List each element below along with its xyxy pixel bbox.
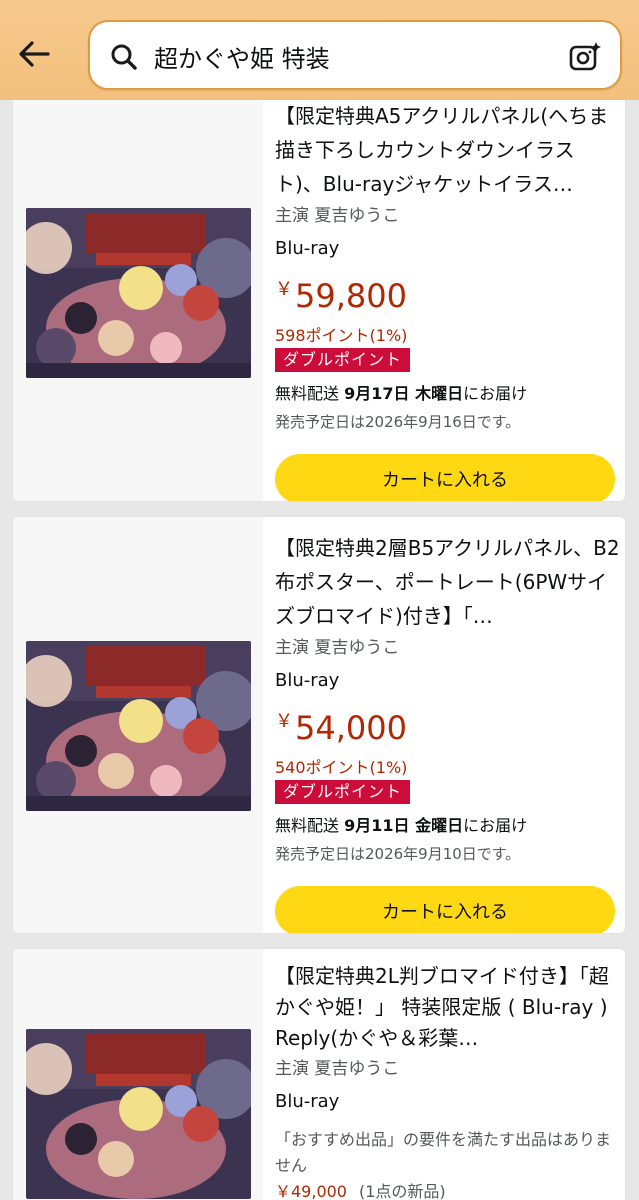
product-points: 598ポイント(1%) <box>275 326 408 345</box>
search-bar[interactable] <box>88 20 622 90</box>
product-image-column <box>13 949 263 1200</box>
product-format: Blu-ray <box>275 238 340 259</box>
search-input[interactable] <box>154 36 554 76</box>
double-point-badge: ダブルポイント <box>275 780 411 804</box>
currency-symbol: ￥ <box>275 279 293 300</box>
product-price: ￥59,800 <box>275 268 620 324</box>
delivery-suffix: にお届け <box>463 816 528 835</box>
no-featured-offer-note: 「おすすめ出品」の要件を満たす出品はありません <box>275 1130 612 1175</box>
release-date: 発売予定日は2026年9月16日です。 <box>275 413 521 431</box>
product-thumbnail[interactable] <box>26 641 251 811</box>
product-info: 【限定特典A5アクリルパネル(へちま描き下ろしカウントダウンイラスト)、Blu-… <box>275 100 620 501</box>
back-button[interactable] <box>14 34 54 74</box>
product-title[interactable]: 【限定特典2層B5アクリルパネル、B2布ポスター、ポートレート(6PWサイズブロ… <box>275 531 620 633</box>
add-to-cart-button[interactable]: カートに入れる <box>275 454 615 501</box>
delivery-info: 無料配送 9月17日 木曜日にお届け <box>275 380 620 408</box>
price-amount: 54,000 <box>295 709 407 747</box>
release-date: 発売予定日は2026年9月10日です。 <box>275 845 521 863</box>
product-format: Blu-ray <box>275 1091 340 1112</box>
product-title[interactable]: 【限定特典2L判ブロマイド付き】「超かぐや姫！」 特装限定版 ( Blu-ray… <box>275 961 620 1054</box>
double-point-badge: ダブルポイント <box>275 348 411 372</box>
currency-symbol: ￥ <box>275 711 293 732</box>
anime-artwork-image <box>26 1029 251 1199</box>
product-actor: 主演 夏吉ゆうこ <box>275 206 400 226</box>
offer-condition: (1点の新品) <box>359 1182 446 1200</box>
delivery-date: 9月17日 木曜日 <box>344 384 464 403</box>
product-actor: 主演 夏吉ゆうこ <box>275 1059 400 1079</box>
product-image-column <box>13 100 263 501</box>
delivery-info: 無料配送 9月11日 金曜日にお届け <box>275 812 620 840</box>
app-header <box>0 0 639 100</box>
other-offer-price[interactable]: ￥49,000 (1点の新品) <box>275 1179 620 1200</box>
arrow-left-icon <box>19 41 50 67</box>
search-icon[interactable] <box>110 43 138 71</box>
product-card[interactable]: 【限定特典A5アクリルパネル(へちま描き下ろしカウントダウンイラスト)、Blu-… <box>12 100 626 502</box>
results-list: 【限定特典A5アクリルパネル(へちま描き下ろしカウントダウンイラスト)、Blu-… <box>0 100 639 1200</box>
product-format: Blu-ray <box>275 670 340 691</box>
product-card[interactable]: 【限定特典2L判ブロマイド付き】「超かぐや姫！」 特装限定版 ( Blu-ray… <box>12 948 626 1200</box>
offer-price: ￥49,000 <box>275 1182 347 1200</box>
delivery-date: 9月11日 金曜日 <box>344 816 464 835</box>
product-price: ￥54,000 <box>275 700 620 756</box>
anime-artwork-image <box>26 208 251 378</box>
anime-artwork-image <box>26 641 251 811</box>
product-image-column <box>13 517 263 933</box>
product-points: 540ポイント(1%) <box>275 758 408 777</box>
product-info: 【限定特典2L判ブロマイド付き】「超かぐや姫！」 特装限定版 ( Blu-ray… <box>275 961 620 1200</box>
delivery-prefix: 無料配送 <box>275 384 345 403</box>
product-title[interactable]: 【限定特典A5アクリルパネル(へちま描き下ろしカウントダウンイラスト)、Blu-… <box>275 100 620 201</box>
price-amount: 59,800 <box>295 277 407 315</box>
camera-icon[interactable] <box>568 40 602 74</box>
delivery-suffix: にお届け <box>463 384 528 403</box>
add-to-cart-button[interactable]: カートに入れる <box>275 886 615 933</box>
product-actor: 主演 夏吉ゆうこ <box>275 638 400 658</box>
delivery-prefix: 無料配送 <box>275 816 345 835</box>
product-thumbnail[interactable] <box>26 1029 251 1199</box>
product-thumbnail[interactable] <box>26 208 251 378</box>
product-info: 【限定特典2層B5アクリルパネル、B2布ポスター、ポートレート(6PWサイズブロ… <box>275 531 620 933</box>
product-card[interactable]: 【限定特典2層B5アクリルパネル、B2布ポスター、ポートレート(6PWサイズブロ… <box>12 516 626 934</box>
